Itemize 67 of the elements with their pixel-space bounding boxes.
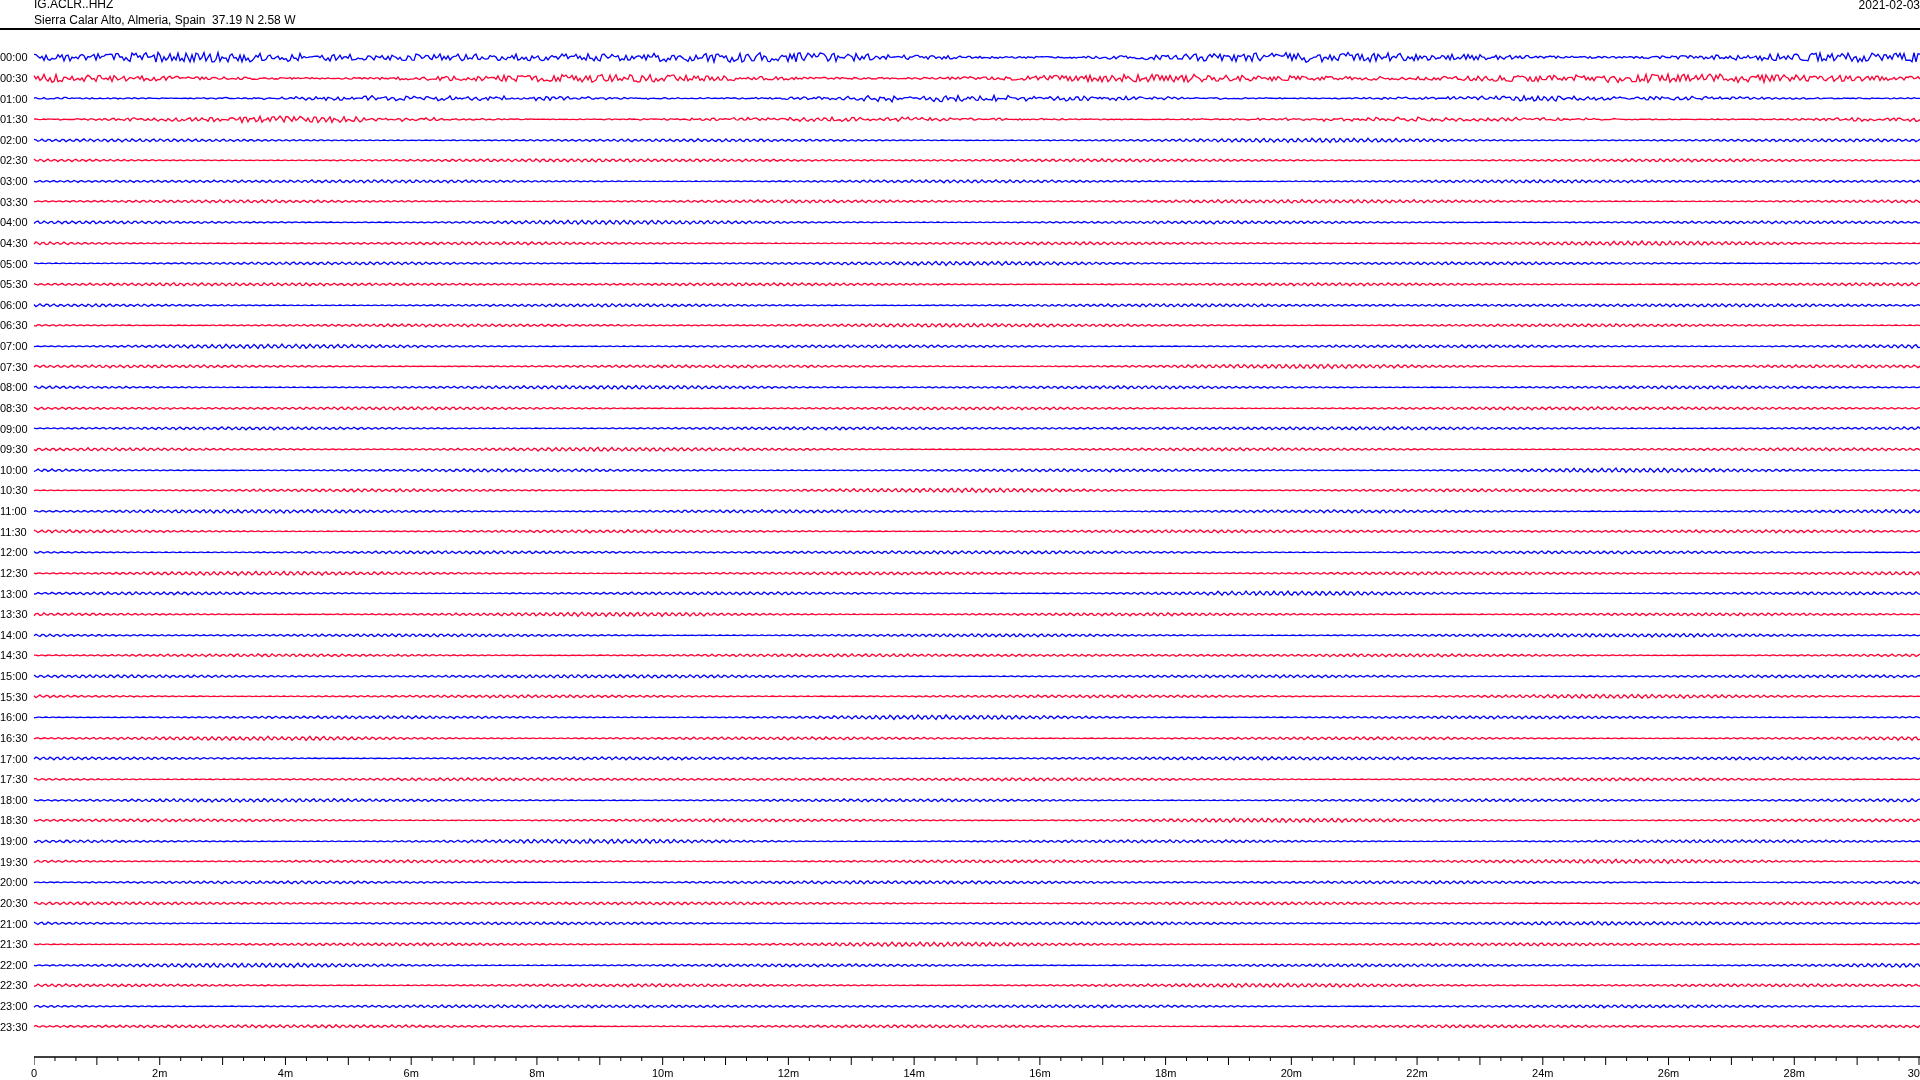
time-label: 16:00 <box>0 711 29 724</box>
time-label: 10:00 <box>0 463 29 476</box>
time-label: 00:30 <box>0 71 29 84</box>
axis-label: 10m <box>651 1067 674 1079</box>
time-label: 10:30 <box>0 484 29 497</box>
date-label: 2021-02-03 <box>1858 0 1920 12</box>
time-label: 08:00 <box>0 381 29 394</box>
time-label: 17:30 <box>0 773 29 786</box>
time-label: 04:30 <box>0 236 29 249</box>
time-label: 09:00 <box>0 422 29 435</box>
time-label: 22:30 <box>0 979 29 992</box>
time-label: 11:00 <box>0 505 28 518</box>
time-label: 05:00 <box>0 257 29 270</box>
axis-label: 30 <box>1907 1067 1920 1079</box>
axis-label: 20m <box>1280 1067 1303 1079</box>
axis-label: 12m <box>777 1067 800 1079</box>
time-label: 12:30 <box>0 566 29 579</box>
time-label: 03:30 <box>0 195 29 208</box>
axis-label: 28m <box>1783 1067 1805 1079</box>
axis-label: 4m <box>277 1067 294 1079</box>
time-label: 18:00 <box>0 793 29 806</box>
time-label: 01:30 <box>0 113 29 126</box>
axis-label: 26m <box>1657 1067 1680 1079</box>
time-label: 07:30 <box>0 360 29 373</box>
time-label: 22:00 <box>0 958 29 971</box>
time-label: 21:30 <box>0 938 29 951</box>
time-label: 14:30 <box>0 649 29 662</box>
time-label: 13:00 <box>0 587 29 600</box>
axis-label: 22m <box>1406 1067 1428 1079</box>
time-label: 06:00 <box>0 298 29 311</box>
axis-label: 6m <box>403 1067 419 1079</box>
time-label: 15:00 <box>0 670 29 683</box>
station-location: Sierra Calar Alto, Almeria, Spain 37.19 N 2.58 W <box>34 13 296 27</box>
time-label: 20:00 <box>0 876 29 889</box>
time-label: 08:30 <box>0 401 29 414</box>
time-label: 14:00 <box>0 628 29 641</box>
time-label: 01:00 <box>0 92 29 105</box>
time-label: 21:00 <box>0 917 29 930</box>
time-label: 20:30 <box>0 896 29 909</box>
axis-label: 24m <box>1532 1067 1554 1079</box>
time-label: 13:30 <box>0 608 29 621</box>
time-label: 05:30 <box>0 278 29 291</box>
time-label: 04:00 <box>0 216 29 229</box>
time-label: 00:00 <box>0 51 29 64</box>
time-label: 07:00 <box>0 340 29 353</box>
time-label: 19:30 <box>0 855 29 868</box>
time-label: 17:00 <box>0 752 29 765</box>
time-label: 23:00 <box>0 1000 29 1013</box>
time-label: 06:30 <box>0 319 29 332</box>
axis-label: 16m <box>1029 1067 1051 1079</box>
axis-label: 14m <box>903 1067 925 1079</box>
time-label: 18:30 <box>0 814 29 827</box>
time-label: 15:30 <box>0 690 29 703</box>
time-label: 09:30 <box>0 443 29 456</box>
time-label: 02:30 <box>0 154 29 167</box>
time-label: 19:00 <box>0 835 29 848</box>
axis-label: 0 <box>31 1067 38 1079</box>
axis-label: 8m <box>529 1067 545 1079</box>
time-label: 12:00 <box>0 546 29 559</box>
time-label: 11:30 <box>0 525 28 538</box>
station-code: IG.ACLR..HHZ <box>34 0 114 11</box>
time-label: 23:30 <box>0 1020 29 1033</box>
axis-label: 18m <box>1154 1067 1177 1079</box>
axis-label: 2m <box>152 1067 168 1079</box>
time-label: 16:30 <box>0 731 29 744</box>
time-label: 03:00 <box>0 175 29 188</box>
time-label: 02:00 <box>0 133 29 146</box>
